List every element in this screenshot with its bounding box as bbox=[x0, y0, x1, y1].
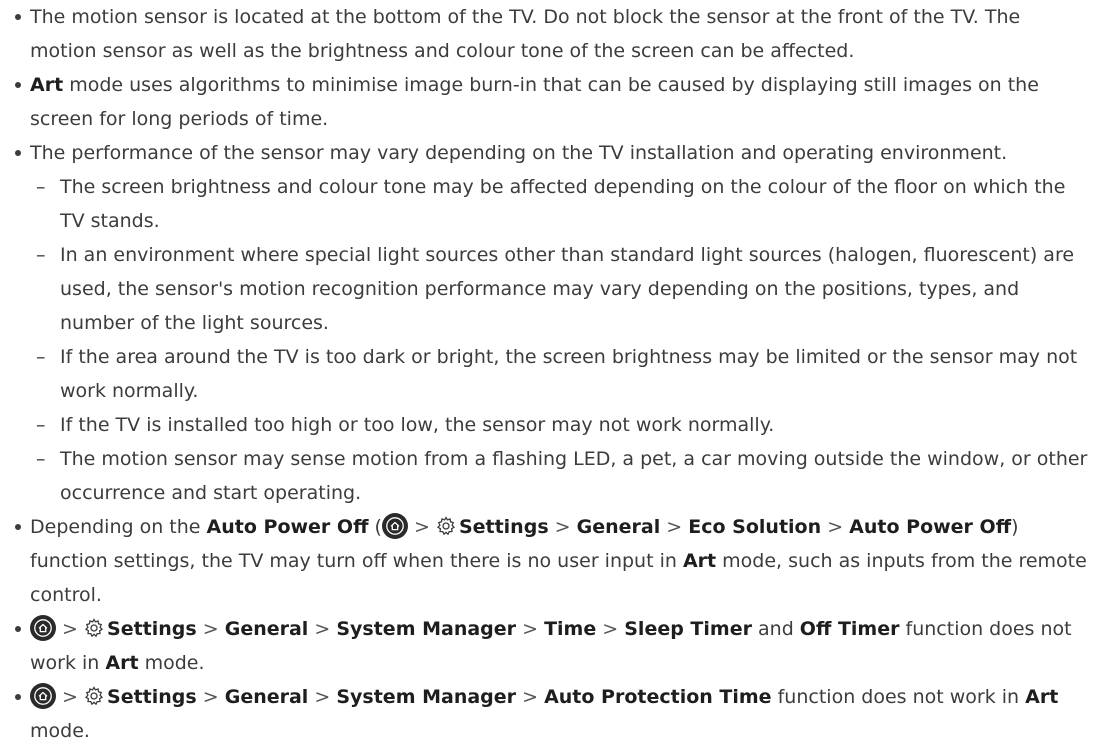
menu-term: Off Timer bbox=[799, 618, 900, 640]
sub-list-item: – The motion sensor may sense motion from… bbox=[30, 442, 1088, 510]
text: Depending on the bbox=[30, 516, 207, 538]
menu-term: Auto Protection Time bbox=[544, 686, 772, 708]
separator: > bbox=[554, 516, 571, 538]
sub-text: If the area around the TV is too dark or… bbox=[60, 346, 1078, 402]
home-icon bbox=[30, 615, 56, 641]
list-item: > Settings > General > System Manager > … bbox=[14, 680, 1088, 748]
home-icon bbox=[30, 683, 56, 709]
menu-term: Time bbox=[544, 618, 597, 640]
dash-marker: – bbox=[36, 346, 46, 368]
menu-term: General bbox=[224, 618, 309, 640]
list-item: Art mode uses algorithms to minimise ima… bbox=[14, 68, 1088, 136]
menu-term: Settings bbox=[458, 516, 549, 538]
text: ( bbox=[368, 516, 382, 538]
menu-term: System Manager bbox=[336, 686, 517, 708]
sub-text: If the TV is installed too high or too l… bbox=[60, 414, 775, 436]
art-term: Art bbox=[30, 74, 64, 96]
separator: > bbox=[827, 516, 844, 538]
menu-term: General bbox=[224, 686, 309, 708]
menu-term: System Manager bbox=[336, 618, 517, 640]
bullet-text: mode uses algorithms to minimise image b… bbox=[30, 74, 1039, 130]
separator: > bbox=[602, 618, 619, 640]
separator: > bbox=[666, 516, 683, 538]
home-icon bbox=[381, 513, 408, 539]
dash-marker: – bbox=[36, 448, 46, 470]
sub-text: The motion sensor may sense motion from … bbox=[60, 448, 1088, 504]
separator: > bbox=[413, 516, 430, 538]
text: function does not work in bbox=[771, 686, 1026, 708]
document-page: The motion sensor is located at the bott… bbox=[0, 0, 1106, 742]
gear-icon bbox=[436, 516, 455, 536]
list-item: The motion sensor is located at the bott… bbox=[14, 0, 1088, 68]
gear-icon bbox=[84, 686, 104, 706]
separator: > bbox=[202, 618, 219, 640]
menu-term: Auto Power Off bbox=[849, 516, 1012, 538]
sub-list-item: – The screen brightness and colour tone m… bbox=[30, 170, 1088, 238]
bullet-text: The motion sensor is located at the bott… bbox=[30, 6, 1021, 62]
menu-term: Sleep Timer bbox=[624, 618, 752, 640]
list-item: Depending on the Auto Power Off ( > Sett… bbox=[14, 510, 1088, 612]
dash-marker: – bbox=[36, 176, 46, 198]
list-item: > Settings > General > System Manager > … bbox=[14, 612, 1088, 680]
separator: > bbox=[314, 618, 331, 640]
gear-icon bbox=[84, 618, 104, 638]
text: mode. bbox=[138, 652, 205, 674]
bullet-text: The performance of the sensor may vary d… bbox=[30, 142, 1008, 164]
separator: > bbox=[202, 686, 219, 708]
separator: > bbox=[62, 618, 78, 640]
sub-list-item: – If the TV is installed too high or too … bbox=[30, 408, 1088, 442]
separator: > bbox=[522, 686, 539, 708]
menu-term: Settings bbox=[107, 618, 197, 640]
list-item: The performance of the sensor may vary d… bbox=[14, 136, 1088, 510]
dash-marker: – bbox=[36, 414, 46, 436]
art-term: Art bbox=[105, 652, 139, 674]
sub-list-item: – If the area around the TV is too dark o… bbox=[30, 340, 1088, 408]
text: and bbox=[751, 618, 800, 640]
text: mode. bbox=[30, 720, 90, 742]
separator: > bbox=[62, 686, 78, 708]
menu-term: Auto Power Off bbox=[206, 516, 369, 538]
dash-marker: – bbox=[36, 244, 46, 266]
art-term: Art bbox=[1025, 686, 1059, 708]
art-term: Art bbox=[682, 550, 717, 572]
separator: > bbox=[522, 618, 539, 640]
sub-list: – The screen brightness and colour tone m… bbox=[30, 170, 1088, 510]
sub-text: In an environment where special light so… bbox=[60, 244, 1075, 334]
sub-list-item: – In an environment where special light s… bbox=[30, 238, 1088, 340]
sub-text: The screen brightness and colour tone ma… bbox=[60, 176, 1066, 232]
separator: > bbox=[314, 686, 331, 708]
bullet-list: The motion sensor is located at the bott… bbox=[14, 0, 1088, 748]
menu-term: General bbox=[576, 516, 661, 538]
menu-term: Settings bbox=[107, 686, 197, 708]
menu-term: Eco Solution bbox=[688, 516, 822, 538]
